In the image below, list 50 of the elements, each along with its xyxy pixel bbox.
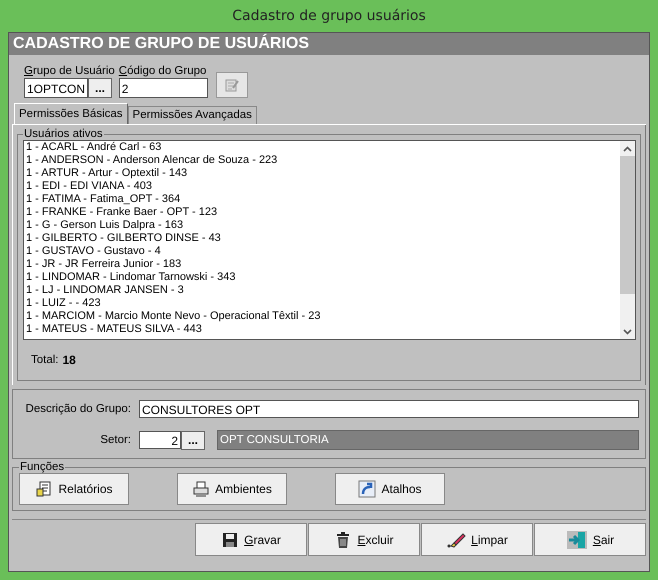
list-item[interactable]: 1 - LJ - LINDOMAR JANSEN - 3 <box>26 284 620 297</box>
scroll-up-icon[interactable] <box>623 146 632 152</box>
exit-door-icon <box>566 530 588 550</box>
description-label: Descrição do Grupo: <box>24 403 131 415</box>
list-item[interactable]: 1 - MARCIOM - Marcio Monte Nevo - Operacional Têxtil - 23 <box>26 310 620 323</box>
group-title: Funções <box>19 461 66 473</box>
list-item[interactable]: 1 - G - Gerson Luis Dalpra - 163 <box>26 219 620 232</box>
function-button[interactable]: Ambientes <box>177 473 287 505</box>
eraser-icon <box>446 530 466 548</box>
input-field[interactable]: 1OPTCON <box>24 78 88 98</box>
form-header: CADASTRO DE GRUPO DE USUÁRIOS <box>9 33 649 55</box>
tab[interactable]: Permissões Básicas <box>14 103 128 124</box>
printer-icon <box>192 480 210 498</box>
input-field[interactable]: 2 <box>118 78 208 98</box>
list-item[interactable]: 1 - ARTUR - Artur - Optextil - 143 <box>26 167 620 180</box>
action-button[interactable]: Limpar <box>421 523 533 556</box>
list-item[interactable]: 1 - FRANKE - Franke Baer - OPT - 123 <box>26 206 620 219</box>
lookup-button[interactable]: ... <box>181 430 205 450</box>
tab[interactable]: Permissões Avançadas <box>128 106 257 124</box>
field-label: Código do Grupo <box>118 64 208 78</box>
description-field[interactable]: CONSULTORES OPT <box>139 400 639 418</box>
list-item[interactable]: 1 - GILBERTO - GILBERTO DINSE - 43 <box>26 232 620 245</box>
list-item[interactable]: 1 - FATIMA - Fatima_OPT - 364 <box>26 193 620 206</box>
user-list[interactable] <box>23 140 636 340</box>
list-item[interactable]: 1 - ACARL - André Carl - 63 <box>26 141 620 154</box>
list-item[interactable]: 1 - ANDERSON - Anderson Alencar de Souza - 223 <box>26 154 620 167</box>
function-button[interactable]: Atalhos <box>335 473 445 505</box>
scroll-down-icon[interactable] <box>623 329 632 335</box>
document-icon <box>35 480 54 498</box>
scrollbar[interactable] <box>620 141 635 339</box>
group-title: Usuários ativos <box>23 128 104 140</box>
action-button[interactable]: Excluir <box>308 523 420 556</box>
sector-label: Setor: <box>99 434 131 446</box>
sector-code-field[interactable]: 2 <box>139 431 181 449</box>
list-item[interactable]: 1 - LUIZ - - 423 <box>26 297 620 310</box>
total-label: Total: <box>31 354 58 366</box>
sector-name-field: OPT CONSULTORIA <box>217 430 639 450</box>
list-item[interactable]: 1 - JR - JR Ferreira Junior - 183 <box>26 258 620 271</box>
window-title: Cadastro de grupo usuários <box>232 8 426 24</box>
action-button[interactable]: Gravar <box>195 523 307 556</box>
list-item[interactable]: 1 - GUSTAVO - Gustavo - 4 <box>26 245 620 258</box>
field-label: Grupo de Usuário <box>24 64 115 78</box>
lookup-button[interactable]: ... <box>88 78 112 98</box>
notepad-icon <box>224 77 240 93</box>
list-item[interactable]: 1 - EDI - EDI VIANA - 403 <box>26 180 620 193</box>
list-item[interactable]: 1 - MATEUS - MATEUS SILVA - 443 <box>26 323 620 336</box>
function-button[interactable]: Relatórios <box>19 473 129 505</box>
total-value: 18 <box>62 353 76 367</box>
action-button[interactable]: Sair <box>534 523 646 556</box>
list-item[interactable]: 1 - LINDOMAR - Lindomar Tarnowski - 343 <box>26 271 620 284</box>
